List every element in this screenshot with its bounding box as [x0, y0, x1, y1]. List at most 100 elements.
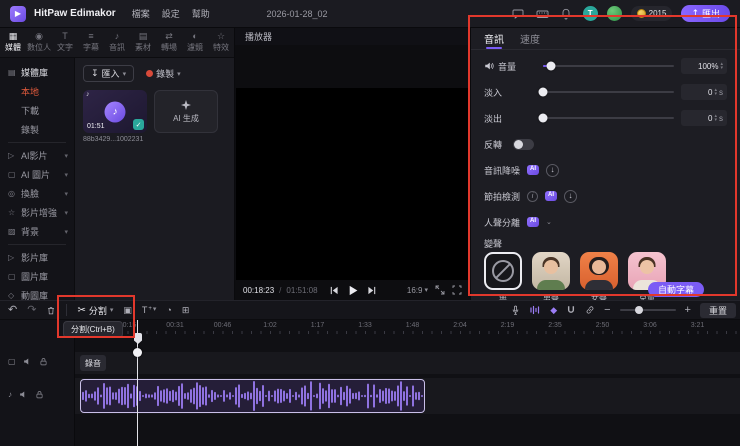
mute-track-icon[interactable]	[19, 390, 28, 399]
voiceover-clip[interactable]: 錄音	[80, 355, 106, 371]
audio-clip[interactable]	[80, 379, 425, 413]
previous-frame-button[interactable]	[329, 286, 338, 295]
audio-waveform-toggle[interactable]	[529, 305, 541, 315]
reset-button[interactable]: 重置	[699, 302, 736, 318]
tab-transitions[interactable]: ⇄ 轉場	[156, 28, 182, 57]
tab-media[interactable]: ▦ 媒體	[0, 28, 26, 57]
bell-icon[interactable]	[559, 6, 574, 21]
delete-button[interactable]	[46, 305, 56, 316]
tab-stickers[interactable]: ▤ 素材	[130, 28, 156, 57]
user-avatar[interactable]: T	[582, 6, 598, 21]
tab-audio-settings[interactable]: 音訊	[484, 28, 504, 49]
aspect-ratio-select[interactable]: 16:9 ▾	[407, 286, 428, 295]
zoom-in-button[interactable]: +	[685, 304, 691, 316]
clip-duration: 01:51	[87, 123, 105, 130]
project-name[interactable]: 2026-01-28_02	[266, 9, 327, 19]
chevron-down-icon: ▾	[122, 70, 127, 78]
import-button[interactable]: ↧ 匯入 ▾	[83, 65, 135, 82]
play-button[interactable]	[347, 285, 358, 296]
fullscreen-icon[interactable]	[452, 285, 462, 295]
undo-button[interactable]: ↶	[8, 304, 17, 316]
fade-out-value[interactable]: 0 ▴ ▾ s	[681, 110, 727, 126]
sidebar-item-local[interactable]: 本地	[0, 82, 74, 101]
download-icon[interactable]: ↓	[546, 163, 560, 177]
volume-label: 音量	[498, 61, 517, 72]
ruler-tick-label: 1:48	[405, 322, 420, 329]
stepper-arrows[interactable]: ▴ ▾	[714, 114, 717, 123]
speaker-icon	[485, 62, 494, 70]
chevron-down-icon: ▾	[64, 228, 68, 236]
voiceover-mic-button[interactable]	[511, 305, 520, 316]
tab-audio[interactable]: ♪ 音訊	[104, 28, 130, 57]
fade-out-slider[interactable]	[538, 113, 674, 123]
sidebar-item-face-swap[interactable]: ◎ 換臉 ▾	[0, 184, 74, 203]
tab-speed-settings[interactable]: 速度	[520, 28, 540, 49]
audio-type-icon: ♪	[86, 91, 90, 98]
voice-option-none[interactable]: 無	[484, 252, 522, 300]
tab-filters[interactable]: ◐ 濾鏡	[182, 28, 208, 57]
chat-icon[interactable]	[511, 6, 526, 21]
menu-help[interactable]: 幫助	[192, 7, 210, 20]
record-button[interactable]: 錄製 ▾	[142, 65, 185, 82]
sidebar-item-ai-video[interactable]: ▷ AI影片 ▾	[0, 146, 74, 165]
coins-badge[interactable]: 2015	[630, 6, 673, 21]
video-canvas[interactable]	[236, 88, 469, 280]
fade-in-value[interactable]: 0 ▴ ▾ s	[681, 84, 727, 100]
add-text-button[interactable]: T + ▾	[142, 305, 157, 315]
fit-screen-icon[interactable]	[435, 285, 445, 295]
export-button[interactable]: ↥ 匯出	[681, 5, 730, 22]
volume-value[interactable]: 100% ▴ ▾	[681, 58, 727, 74]
ruler-tick-label: 1:33	[358, 322, 372, 329]
mask-tool-button[interactable]: ▣	[123, 305, 132, 315]
playhead-knob[interactable]	[133, 348, 142, 357]
speed-tool-button[interactable]: ◔	[166, 305, 171, 315]
ai-generate-tile[interactable]: AI 生成	[154, 90, 218, 133]
sidebar-item-record[interactable]: 錄製	[0, 120, 74, 139]
sidebar-item-image-library[interactable]: ▢ 圖片庫	[0, 267, 74, 286]
link-clips-toggle[interactable]	[585, 305, 595, 315]
stepper-arrows[interactable]: ▴ ▾	[720, 62, 723, 71]
timeline-zoom-slider[interactable]	[619, 306, 676, 314]
stepper-arrows[interactable]: ▴ ▾	[714, 88, 717, 97]
coin-icon	[636, 9, 646, 18]
split-button[interactable]: ✂ 分割 ▾	[77, 304, 113, 317]
timeline-ruler[interactable]: 00:0000:1500:3100:461:021:171:331:482:04…	[75, 320, 740, 334]
volume-slider[interactable]	[543, 61, 674, 71]
sidebar-item-gif-library[interactable]: ◇ 動圖庫	[0, 286, 74, 300]
audio-track-icon: ♪	[8, 390, 12, 399]
crop-tool-button[interactable]: ⊞	[182, 305, 190, 315]
voice-option-male[interactable]: 男聲	[532, 252, 570, 300]
chevron-down-icon[interactable]: ⌄	[546, 218, 552, 226]
tab-effects[interactable]: ☆ 特效	[208, 28, 234, 57]
fade-in-slider[interactable]	[538, 87, 674, 97]
media-clip-card[interactable]: ♪ ♪ 01:51 ✓ 88b3429...1002231	[83, 90, 147, 143]
sidebar-item-enhance[interactable]: ☆ 影片增強 ▾	[0, 203, 74, 222]
keyboard-icon[interactable]	[535, 6, 550, 21]
tab-digital-human[interactable]: ◉ 數位人	[26, 28, 52, 57]
menu-file[interactable]: 檔案	[132, 7, 150, 20]
member-avatar[interactable]	[606, 6, 622, 21]
next-frame-button[interactable]	[367, 286, 376, 295]
sidebar-item-video-library[interactable]: ▷ 影片庫	[0, 248, 74, 267]
tab-subtitle[interactable]: ≡ 字幕	[78, 28, 104, 57]
reverse-row: 反轉	[484, 131, 727, 157]
redo-button[interactable]: ↷	[27, 304, 36, 316]
tab-text[interactable]: T 文字	[52, 28, 78, 57]
auto-subtitle-button[interactable]: 自動字幕	[647, 282, 704, 297]
mute-track-icon[interactable]	[23, 357, 32, 366]
export-icon: ↥	[691, 8, 699, 18]
keyframe-toggle[interactable]: ◆	[550, 305, 557, 315]
download-icon[interactable]: ↓	[564, 189, 578, 203]
sidebar-item-download[interactable]: 下載	[0, 101, 74, 120]
stickers-icon: ▤	[138, 31, 148, 41]
reverse-toggle[interactable]	[513, 138, 535, 150]
sidebar-item-ai-image[interactable]: ▢ AI 圖片 ▾	[0, 165, 74, 184]
info-icon[interactable]: i	[527, 190, 539, 202]
menu-settings[interactable]: 設定	[162, 7, 180, 20]
lock-track-icon[interactable]	[35, 390, 44, 399]
magnet-snap-toggle[interactable]	[566, 305, 576, 315]
zoom-out-button[interactable]: −	[604, 304, 610, 316]
sidebar-item-background[interactable]: ▨ 背景 ▾	[0, 222, 74, 241]
voice-option-female[interactable]: 女聲	[580, 252, 618, 300]
lock-track-icon[interactable]	[39, 357, 48, 366]
